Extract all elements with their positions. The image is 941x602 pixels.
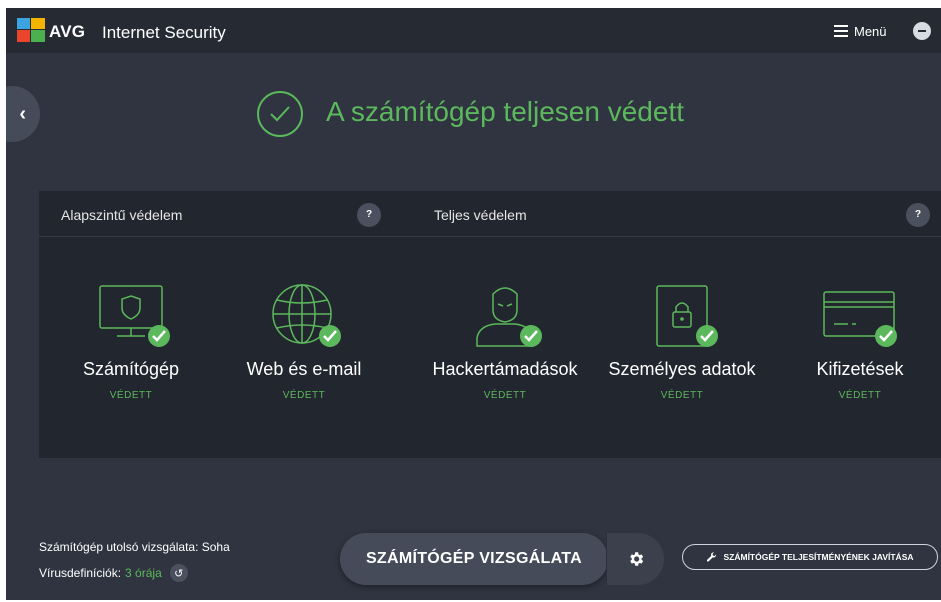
last-scan-info: Számítógép utolsó vizsgálata: Soha [39, 540, 230, 554]
item-name: Kifizetések [816, 359, 904, 379]
virus-defs-label: Vírusdefiníciók: [39, 566, 122, 580]
scan-button-label: SZÁMÍTÓGÉP VIZSGÁLATA [365, 550, 583, 567]
chevron-left-icon: ‹ [19, 102, 26, 125]
checkmark-circle-icon [257, 91, 303, 137]
help-button[interactable]: ? [357, 203, 381, 227]
brand-name: AVG [49, 22, 86, 41]
avg-logo-icon [17, 18, 45, 42]
hamburger-icon [834, 25, 848, 37]
product-name: Internet Security [102, 23, 226, 42]
title-bar: AVG Internet Security Menü [6, 8, 941, 53]
panel-title: Teljes védelem [434, 207, 527, 223]
hacker-icon [476, 287, 542, 347]
item-payments[interactable]: Kifizetések VÉDETT [775, 284, 941, 401]
item-status: VÉDETT [660, 390, 704, 401]
menu-button[interactable]: Menü [834, 22, 887, 40]
minimize-button[interactable] [913, 22, 931, 40]
scan-settings-button[interactable] [606, 533, 664, 585]
item-status: VÉDETT [838, 390, 882, 401]
item-status: VÉDETT [109, 390, 153, 401]
item-name: Személyes adatok [608, 359, 756, 379]
protection-status-title: A számítógép teljesen védett [326, 96, 684, 127]
item-name: Hackertámadások [432, 359, 578, 379]
virus-definitions-info: Vírusdefiníciók: 3 órája ↺ [39, 564, 188, 582]
panel-title: Alapszintű védelem [61, 207, 183, 223]
credit-card-icon [823, 291, 897, 347]
item-computer[interactable]: Számítógép VÉDETT [46, 284, 216, 401]
full-protection-panel: Teljes védelem ? Hackertámadások VÉDETT [412, 191, 941, 458]
basic-protection-panel: Alapszintű védelem ? Számítógép VÉDETT W… [39, 191, 423, 458]
lock-document-icon [656, 285, 718, 347]
fix-performance-label: SZÁMÍTÓGÉP TELJESÍTMÉNYÉNEK JAVÍTÁSA [723, 552, 914, 562]
computer-shield-icon [99, 285, 170, 347]
panel-header: Alapszintű védelem ? [39, 191, 423, 237]
panel-header: Teljes védelem ? [412, 191, 941, 237]
menu-label: Menü [854, 23, 887, 39]
gear-icon [629, 552, 643, 566]
globe-icon [272, 284, 341, 347]
scan-computer-button[interactable]: SZÁMÍTÓGÉP VIZSGÁLATA [340, 533, 608, 585]
wrench-icon [707, 551, 717, 562]
item-hacker-attacks[interactable]: Hackertámadások VÉDETT [420, 284, 590, 401]
back-button[interactable]: ‹ [6, 86, 40, 142]
item-status: VÉDETT [483, 390, 527, 401]
refresh-icon[interactable]: ↺ [169, 564, 188, 582]
app-window: AVG Internet Security Menü ‹ A számítógé… [6, 8, 941, 600]
item-personal-data[interactable]: Személyes adatok VÉDETT [597, 284, 767, 401]
item-web-email[interactable]: Web és e-mail VÉDETT [219, 284, 389, 401]
bottom-bar: Számítógép utolsó vizsgálata: Soha Vírus… [6, 500, 941, 600]
item-status: VÉDETT [282, 390, 326, 401]
help-button[interactable]: ? [906, 203, 930, 227]
virus-defs-value: 3 órája [125, 566, 162, 580]
item-name: Web és e-mail [246, 359, 362, 379]
item-name: Számítógép [82, 359, 180, 379]
fix-performance-button[interactable]: SZÁMÍTÓGÉP TELJESÍTMÉNYÉNEK JAVÍTÁSA [682, 544, 938, 570]
